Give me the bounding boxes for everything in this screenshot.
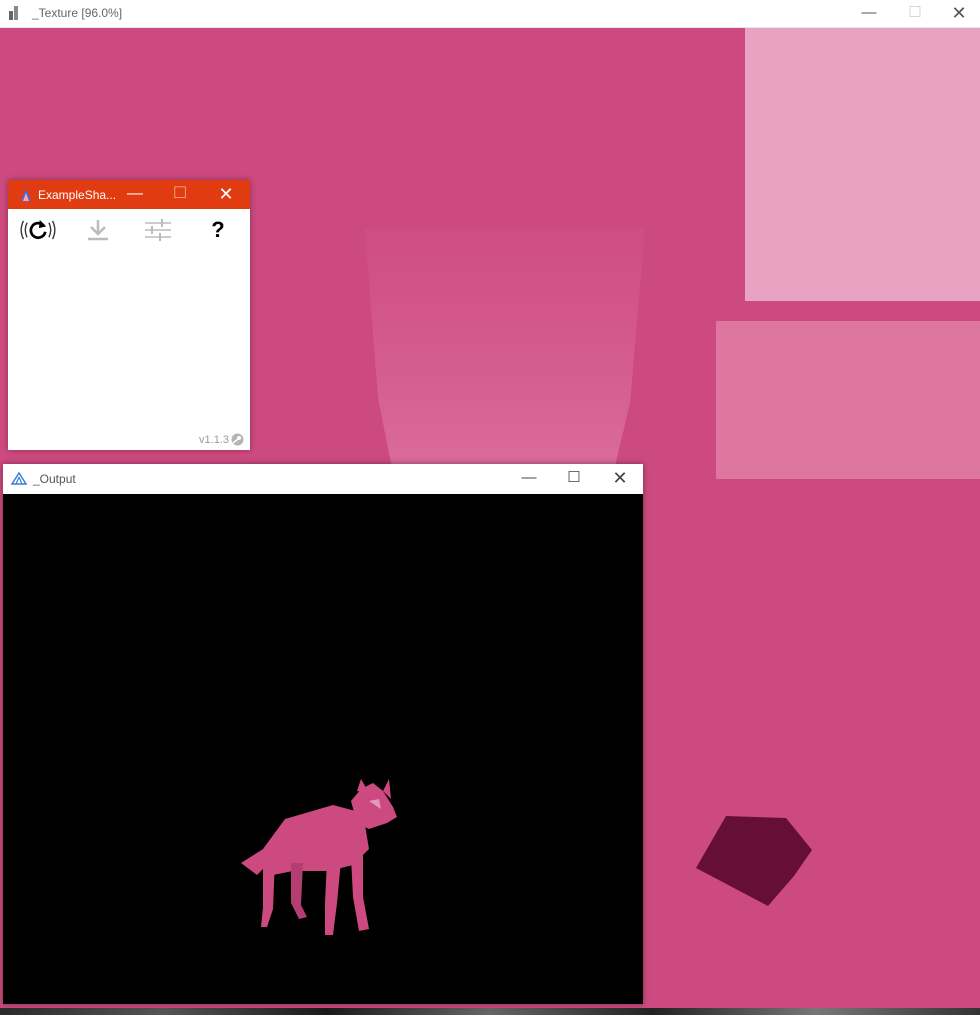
reload-button[interactable] <box>18 216 58 244</box>
output-app-icon <box>11 472 27 485</box>
texture-panel-mid <box>716 321 980 479</box>
texture-app-icon <box>9 6 18 20</box>
shader-logo-icon <box>21 189 31 201</box>
sliders-icon <box>145 219 171 241</box>
shader-window: ExampleSha... — ☐ ✕ ? v1.1.3 <box>8 180 250 450</box>
background-strip <box>0 1008 980 1015</box>
output-minimize-button[interactable]: — <box>506 464 552 494</box>
wolf-model <box>241 779 397 935</box>
shader-titlebar[interactable]: ExampleSha... — ☐ ✕ <box>8 180 250 209</box>
reload-icon <box>20 220 56 240</box>
output-titlebar[interactable]: _Output — ☐ ✕ <box>3 464 643 494</box>
output-window: _Output — ☐ ✕ <box>3 464 643 1004</box>
texture-titlebar[interactable]: _Texture [96.0%] — ☐ ✕ <box>0 0 980 28</box>
light-beam <box>365 228 645 508</box>
output-close-button[interactable]: ✕ <box>597 464 643 494</box>
shader-close-button[interactable]: ✕ <box>206 180 246 209</box>
texture-minimize-button[interactable]: — <box>846 0 892 28</box>
download-icon <box>88 220 108 241</box>
texture-close-button[interactable]: ✕ <box>936 0 980 28</box>
help-icon[interactable]: ? <box>198 216 238 244</box>
shader-minimize-button[interactable]: — <box>115 180 155 209</box>
texture-window-title: _Texture [96.0%] <box>32 6 123 20</box>
output-window-title: _Output <box>33 472 76 486</box>
download-button[interactable] <box>78 216 118 244</box>
render-viewport[interactable] <box>3 494 643 1004</box>
steam-icon <box>231 433 244 446</box>
settings-button[interactable] <box>138 216 178 244</box>
version-label: v1.1.3 <box>199 433 244 446</box>
output-maximize-button[interactable]: ☐ <box>551 464 597 494</box>
shader-window-title: ExampleSha... <box>38 188 117 202</box>
version-text: v1.1.3 <box>199 433 229 446</box>
texture-panel-light <box>745 28 980 301</box>
texture-maximize-button[interactable]: ☐ <box>892 0 938 28</box>
shader-maximize-button[interactable]: ☐ <box>160 180 200 209</box>
dark-rock-shape <box>696 816 812 906</box>
